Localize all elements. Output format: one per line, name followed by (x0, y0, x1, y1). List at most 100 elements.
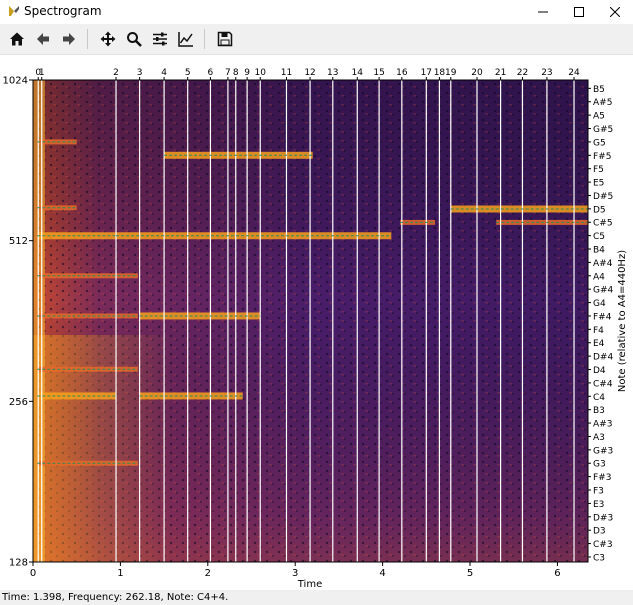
note-label: E3 (593, 500, 604, 510)
onset-label: 24 (568, 68, 580, 78)
x-tick-label: 1 (117, 568, 123, 579)
x-axis-label: Time (297, 579, 322, 590)
onset-label: 6 (208, 68, 214, 78)
note-label: A5 (593, 112, 605, 122)
note-label: F#4 (593, 312, 612, 322)
note-label: A4 (593, 272, 605, 282)
y-axis-right: C3 C#3 D3 D#3 E3 F3 F#3 G3 G#3 A3 A#3 B3 C4 C#4 D4 D#4 E… (588, 85, 614, 563)
x-tick-label: 2 (205, 568, 211, 579)
note-label: F#3 (593, 473, 611, 483)
note-label: A3 (593, 433, 605, 443)
onset-label: 14 (352, 68, 364, 78)
line-chart-icon (178, 32, 193, 47)
back-button[interactable] (32, 28, 54, 50)
onset-label: 10 (255, 68, 267, 78)
arrow-right-icon (63, 33, 75, 45)
onset-label: 22 (517, 68, 528, 78)
note-label: A#5 (593, 98, 612, 108)
note-label: C#3 (593, 540, 613, 550)
zoom-button[interactable] (123, 28, 145, 50)
y-tick-label: 128 (9, 558, 28, 569)
window-title: Spectrogram (24, 4, 102, 18)
note-label: D#5 (593, 192, 613, 202)
floppy-disk-icon (217, 31, 233, 47)
y-axis-right-label: Note (relative to A4=440Hz) (617, 250, 628, 392)
note-label: G3 (593, 460, 606, 470)
note-label: F#5 (593, 152, 611, 162)
pan-button[interactable] (97, 28, 119, 50)
configure-subplots-button[interactable] (149, 28, 171, 50)
y-tick-label: 1024 (3, 76, 28, 87)
onset-label: 16 (396, 68, 408, 78)
note-label: F5 (593, 165, 604, 175)
move-icon (100, 31, 116, 47)
onset-label: 11 (281, 68, 292, 78)
onset-label: 17 (421, 68, 432, 78)
toolbar (0, 24, 633, 55)
onset-label: 4 (161, 68, 167, 78)
title-bar: Spectrogram (0, 0, 633, 24)
note-label: C#4 (593, 379, 613, 389)
save-button[interactable] (214, 28, 236, 50)
note-label: G#5 (593, 125, 613, 135)
note-label: D#3 (593, 513, 613, 523)
y-axis-left: 128 256 512 1024 (3, 76, 33, 569)
note-label: G#3 (593, 446, 613, 456)
magnifier-icon (127, 32, 142, 47)
maximize-button[interactable] (561, 0, 597, 24)
x-tick-label: 4 (379, 568, 385, 579)
onset-label: 15 (373, 68, 384, 78)
onset-label: 3 (137, 68, 143, 78)
toolbar-separator (87, 29, 88, 49)
close-icon (610, 7, 620, 17)
spectrogram-plot[interactable]: 0123456 1282565121024 C3C#3D3D#3E3F3F#3G… (0, 55, 633, 590)
toolbar-separator (204, 29, 205, 49)
note-label: G#4 (593, 286, 614, 296)
status-text: Time: 1.398, Frequency: 262.18, Note: C4… (2, 592, 229, 603)
note-label: B5 (593, 85, 605, 95)
note-label: C#5 (593, 219, 613, 229)
note-label: D5 (593, 205, 606, 215)
onset-label: 21 (495, 68, 506, 78)
sliders-icon (153, 32, 167, 46)
home-button[interactable] (6, 28, 28, 50)
onset-label: 12 (304, 68, 315, 78)
onset-label: 5 (185, 68, 191, 78)
app-icon (9, 6, 19, 16)
note-label: C4 (593, 393, 605, 403)
y-tick-label: 512 (9, 236, 28, 247)
x-axis: 0 1 2 3 4 5 6 (30, 562, 561, 579)
note-label: G4 (593, 299, 606, 309)
onset-label: 9 (244, 68, 250, 78)
note-label: E5 (593, 179, 604, 189)
onset-label: 7 (225, 68, 231, 78)
close-button[interactable] (597, 0, 633, 24)
x-tick-label: 3 (292, 568, 298, 579)
minimize-icon (538, 11, 548, 13)
note-label: B4 (593, 246, 605, 256)
onset-label: 19 (445, 68, 457, 78)
arrow-left-icon (37, 33, 49, 45)
x-tick-label: 6 (554, 568, 560, 579)
note-label: A#4 (593, 259, 613, 269)
edit-axis-button[interactable] (175, 28, 197, 50)
status-bar: Time: 1.398, Frequency: 262.18, Note: C4… (0, 590, 633, 605)
note-label: D#4 (593, 353, 613, 363)
note-label: C5 (593, 232, 605, 242)
figure-canvas[interactable]: 0123456 128 256 512 1024 C3 C#3 D3 D#3 E3 F3 F#3 G… (0, 55, 633, 590)
onset-label: 23 (541, 68, 552, 78)
note-label: G5 (593, 138, 606, 148)
onset-label: 18 (434, 68, 446, 78)
onset-label: 20 (471, 68, 483, 78)
y-tick-label: 256 (9, 397, 28, 408)
onset-label: 8 (233, 68, 239, 78)
note-label: E4 (593, 339, 605, 349)
note-label: C3 (593, 553, 605, 563)
note-label: A#3 (593, 420, 612, 430)
forward-button[interactable] (58, 28, 80, 50)
onset-label: 2 (113, 68, 119, 78)
onset-label: 13 (327, 68, 338, 78)
x-tick-label: 0 (30, 568, 36, 579)
minimize-button[interactable] (525, 0, 561, 24)
note-label: F4 (593, 326, 604, 336)
